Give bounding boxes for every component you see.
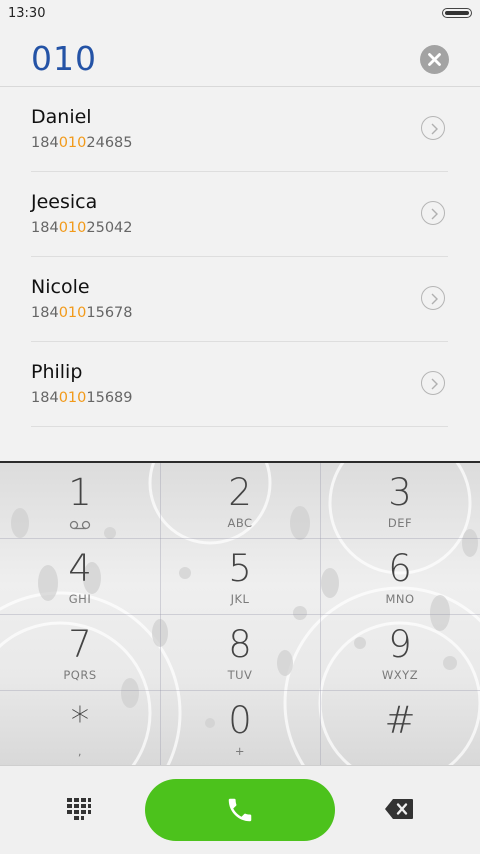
contact-detail-button[interactable] — [421, 116, 445, 140]
key-digit: 7 — [68, 623, 92, 666]
contact-detail-button[interactable] — [421, 371, 445, 395]
contact-row[interactable]: Nicole 18401015678 — [31, 257, 448, 342]
number-match-highlight: 010 — [58, 135, 87, 151]
key-2[interactable]: 2 ABC — [160, 463, 320, 538]
key-letters: + — [234, 744, 246, 758]
chevron-right-icon — [431, 378, 438, 390]
contact-name: Jeesica — [31, 191, 98, 213]
contact-detail-button[interactable] — [421, 286, 445, 310]
voicemail-icon — [69, 520, 91, 530]
key-letters: ABC — [227, 516, 253, 530]
call-button[interactable] — [145, 779, 335, 841]
key-3[interactable]: 3 DEF — [320, 463, 480, 538]
contact-name: Philip — [31, 361, 83, 383]
dial-keypad: 1 2 ABC 3 DEF 4 GHI 5 JKL 6 MNO 7 PQRS 8… — [0, 461, 480, 767]
key-digit: 6 — [388, 547, 412, 590]
key-5[interactable]: 5 JKL — [160, 539, 320, 614]
key-1[interactable]: 1 — [0, 463, 160, 538]
key-8[interactable]: 8 TUV — [160, 615, 320, 690]
phone-icon — [228, 798, 252, 822]
key-digit: 3 — [388, 471, 412, 514]
number-match-highlight: 010 — [58, 220, 87, 236]
chevron-right-icon — [431, 208, 438, 220]
contact-row[interactable]: Philip 18401015689 — [31, 342, 448, 427]
key-0[interactable]: 0 + — [160, 691, 320, 766]
dialpad-icon — [67, 798, 91, 820]
key-digit: 9 — [388, 623, 412, 666]
clear-icon — [428, 53, 441, 66]
contact-row[interactable]: Daniel 18401024685 — [31, 87, 448, 172]
dialed-number[interactable]: 010 — [31, 39, 97, 78]
key-letters: MNO — [385, 592, 415, 606]
status-time: 13:30 — [8, 6, 46, 21]
key-letters: JKL — [230, 592, 250, 606]
contact-name: Nicole — [31, 276, 90, 298]
contact-number: 18401015689 — [31, 390, 133, 406]
chevron-right-icon — [431, 123, 438, 135]
key-letters: WXYZ — [381, 668, 419, 682]
chevron-right-icon — [431, 293, 438, 305]
backspace-icon — [385, 799, 413, 819]
number-match-highlight: 010 — [58, 390, 87, 406]
contact-row[interactable]: Jeesica 18401025042 — [31, 172, 448, 257]
key-letters: GHI — [68, 592, 92, 606]
contact-number: 18401025042 — [31, 220, 133, 236]
key-digit: 1 — [68, 471, 92, 514]
key-letters: PQRS — [63, 668, 97, 682]
number-match-highlight: 010 — [58, 305, 87, 321]
key-digit: 4 — [68, 547, 92, 590]
contact-name: Daniel — [31, 106, 92, 128]
key-digit: # — [384, 699, 416, 742]
key-letters: TUV — [227, 668, 253, 682]
contact-list: Daniel 18401024685 Jeesica 18401025042 N… — [0, 87, 480, 427]
key-digit: 2 — [228, 471, 252, 514]
key-star[interactable]: * , — [0, 691, 160, 766]
dial-input-bar: 010 — [0, 30, 480, 87]
contact-number: 18401024685 — [31, 135, 133, 151]
contact-detail-button[interactable] — [421, 201, 445, 225]
key-4[interactable]: 4 GHI — [0, 539, 160, 614]
contact-number: 18401015678 — [31, 305, 133, 321]
key-hash[interactable]: # — [320, 691, 480, 766]
dialpad-toggle-button[interactable] — [66, 797, 92, 823]
clear-button[interactable] — [420, 45, 449, 74]
status-bar: 13:30 — [0, 0, 480, 26]
key-digit: 5 — [228, 547, 252, 590]
key-6[interactable]: 6 MNO — [320, 539, 480, 614]
key-7[interactable]: 7 PQRS — [0, 615, 160, 690]
key-9[interactable]: 9 WXYZ — [320, 615, 480, 690]
backspace-button[interactable] — [384, 798, 414, 820]
key-letters: DEF — [387, 516, 413, 530]
key-digit: 8 — [228, 623, 252, 666]
key-digit: * — [70, 699, 90, 742]
key-digit: 0 — [228, 699, 252, 742]
key-letters: , — [77, 744, 83, 758]
battery-icon — [442, 8, 472, 18]
bottom-action-bar — [0, 765, 480, 854]
